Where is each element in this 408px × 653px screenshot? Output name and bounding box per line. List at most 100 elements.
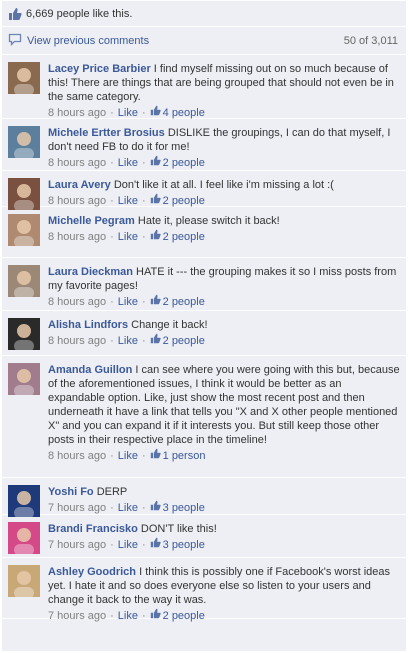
avatar[interactable] xyxy=(8,565,40,597)
comment-item: Brandi Francisko DON'T like this! 7 hours… xyxy=(2,515,406,558)
comment-meta: 8 hours ago · Like · 2 people xyxy=(48,193,400,208)
avatar[interactable] xyxy=(8,485,40,517)
like-button[interactable]: Like xyxy=(118,230,138,244)
comment-timestamp[interactable]: 8 hours ago xyxy=(48,106,106,120)
likes-summary-bar: 6,669 people like this. xyxy=(2,1,406,27)
avatar[interactable] xyxy=(8,318,40,350)
thumbs-up-icon xyxy=(150,229,163,244)
like-button[interactable]: Like xyxy=(118,156,138,170)
thumbs-up-icon xyxy=(150,105,163,120)
comment-like-count-text: 2 people xyxy=(162,156,205,169)
like-button[interactable]: Like xyxy=(118,538,138,552)
comment-item: Alisha Lindfors Change it back! 8 hours a… xyxy=(2,311,406,356)
separator-dot: · xyxy=(110,230,114,243)
comment-like-count[interactable]: 2 people xyxy=(150,333,205,348)
comment-item: Michele Ertter Brosius DISLIKE the group… xyxy=(2,119,406,171)
comment-author-link[interactable]: Yoshi Fo xyxy=(48,486,94,498)
comment-like-count[interactable]: 3 people xyxy=(150,537,205,552)
comment-like-count[interactable]: 2 people xyxy=(150,155,205,170)
comment-body: Amanda Guillon I can see where you were … xyxy=(48,363,400,463)
comment-like-count[interactable]: 2 people xyxy=(150,193,205,208)
comment-like-count[interactable]: 2 people xyxy=(150,608,205,623)
comment-like-count-text: 3 people xyxy=(162,501,205,514)
comment-like-count-text: 2 people xyxy=(162,194,205,207)
like-button[interactable]: Like xyxy=(118,106,138,120)
comment-timestamp[interactable]: 7 hours ago xyxy=(48,501,106,515)
thumbs-up-icon xyxy=(8,7,22,21)
comment-author-link[interactable]: Laura Avery xyxy=(48,179,111,191)
likes-summary-text[interactable]: 6,669 people like this. xyxy=(26,8,132,20)
avatar[interactable] xyxy=(8,522,40,554)
avatar[interactable] xyxy=(8,178,40,210)
comment-timestamp[interactable]: 7 hours ago xyxy=(48,609,106,623)
comment-author-link[interactable]: Laura Dieckman xyxy=(48,266,133,278)
comment-timestamp[interactable]: 8 hours ago xyxy=(48,295,106,309)
like-button[interactable]: Like xyxy=(118,449,138,463)
comment-body: Lacey Price Barbier I find myself missin… xyxy=(48,62,400,120)
comment-timestamp[interactable]: 7 hours ago xyxy=(48,538,106,552)
avatar[interactable] xyxy=(8,62,40,94)
comment-like-count[interactable]: 4 people xyxy=(150,105,205,120)
comment-like-count-text: 4 people xyxy=(162,106,205,119)
comment-body: Michele Ertter Brosius DISLIKE the group… xyxy=(48,126,400,170)
avatar[interactable] xyxy=(8,214,40,246)
separator-dot: · xyxy=(141,156,146,169)
comment-meta: 8 hours ago · Like · 2 people xyxy=(48,155,400,170)
avatar[interactable] xyxy=(8,265,40,297)
comment-body: Alisha Lindfors Change it back! 8 hours a… xyxy=(48,318,400,348)
comment-author-link[interactable]: Amanda Guillon xyxy=(48,364,132,376)
avatar[interactable] xyxy=(8,363,40,395)
comment-author-link[interactable]: Brandi Francisko xyxy=(48,523,138,535)
comment-meta: 8 hours ago · Like · 1 person xyxy=(48,448,400,463)
like-button[interactable]: Like xyxy=(118,501,138,515)
view-previous-comments-link[interactable]: View previous comments xyxy=(27,35,149,47)
comment-timestamp[interactable]: 8 hours ago xyxy=(48,194,106,208)
avatar[interactable] xyxy=(8,126,40,158)
comment-timestamp[interactable]: 8 hours ago xyxy=(48,449,106,463)
comment-timestamp[interactable]: 8 hours ago xyxy=(48,334,106,348)
comment-text: Hate it, please switch it back! xyxy=(137,215,280,227)
comment-like-count[interactable]: 3 people xyxy=(150,500,205,515)
comment-body: Brandi Francisko DON'T like this! 7 hours… xyxy=(48,522,400,552)
separator-dot: · xyxy=(141,501,146,514)
thumbs-up-icon xyxy=(150,608,163,623)
comment-list: Lacey Price Barbier I find myself missin… xyxy=(2,55,406,622)
separator-dot: · xyxy=(141,194,146,207)
separator-dot: · xyxy=(110,501,114,514)
like-button[interactable]: Like xyxy=(118,334,138,348)
comment-author-link[interactable]: Michele Ertter Brosius xyxy=(48,127,165,139)
comment-like-count[interactable]: 1 person xyxy=(150,448,205,463)
comment-like-count[interactable]: 2 people xyxy=(150,229,205,244)
comment-text: Change it back! xyxy=(131,319,208,331)
comment-body: Laura Dieckman HATE it --- the grouping … xyxy=(48,265,400,309)
thumbs-up-icon xyxy=(150,448,163,463)
separator-dot: · xyxy=(110,609,114,622)
comment-timestamp[interactable]: 8 hours ago xyxy=(48,230,106,244)
comment-author-link[interactable]: Alisha Lindfors xyxy=(48,319,128,331)
comment-timestamp[interactable]: 8 hours ago xyxy=(48,156,106,170)
like-button[interactable]: Like xyxy=(118,609,138,623)
separator-dot: · xyxy=(110,449,114,462)
separator-dot: · xyxy=(141,449,146,462)
like-button[interactable]: Like xyxy=(118,194,138,208)
comment-author-link[interactable]: Ashley Goodrich xyxy=(48,566,136,578)
separator-dot: · xyxy=(141,334,146,347)
comment-text: Don't like it at all. I feel like i'm mi… xyxy=(113,179,334,191)
separator-dot: · xyxy=(110,538,114,551)
thumbs-up-icon xyxy=(150,294,163,309)
like-button[interactable]: Like xyxy=(118,295,138,309)
separator-dot: · xyxy=(110,194,114,207)
comment-item: Michelle Pegram Hate it, please switch i… xyxy=(2,207,406,258)
comment-author-link[interactable]: Michelle Pegram xyxy=(48,215,135,227)
comment-like-count[interactable]: 2 people xyxy=(150,294,205,309)
comment-like-count-text: 2 people xyxy=(162,334,205,347)
comment-like-count-text: 3 people xyxy=(162,538,205,551)
comment-body: Michelle Pegram Hate it, please switch i… xyxy=(48,214,400,244)
comment-meta: 8 hours ago · Like · 2 people xyxy=(48,294,400,309)
comment-text: DERP xyxy=(96,486,128,498)
thumbs-up-icon xyxy=(150,537,163,552)
comment-item: Laura Dieckman HATE it --- the grouping … xyxy=(2,258,406,311)
comment-like-count-text: 2 people xyxy=(162,609,205,622)
thumbs-up-icon xyxy=(150,333,163,348)
comment-author-link[interactable]: Lacey Price Barbier xyxy=(48,63,151,75)
